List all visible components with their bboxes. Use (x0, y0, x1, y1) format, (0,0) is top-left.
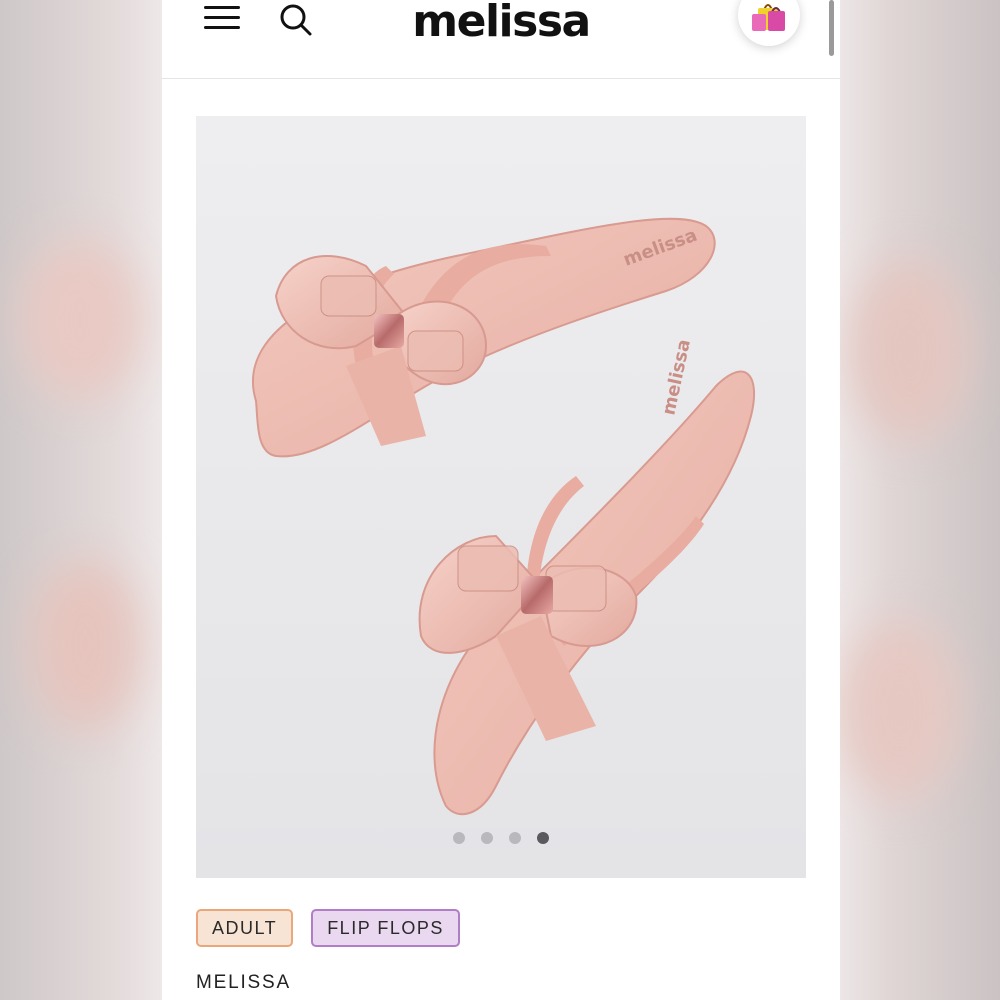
carousel-dot-1[interactable] (453, 832, 465, 844)
carousel-dot-2[interactable] (481, 832, 493, 844)
blurred-background-right (840, 0, 1000, 1000)
blurred-background-left (0, 0, 162, 1000)
product-tags: ADULT FLIP FLOPS (196, 909, 478, 947)
phone-screen: melissa melissa melissa ADULT FLIP FLOPS… (162, 0, 840, 1000)
carousel-dot-3[interactable] (509, 832, 521, 844)
carousel-dot-4[interactable] (537, 832, 549, 844)
scrollbar[interactable] (829, 0, 834, 56)
product-brand: MELISSA (196, 972, 291, 993)
tag-adult[interactable]: ADULT (196, 909, 294, 947)
product-image-carousel[interactable]: melissa melissa (196, 116, 806, 878)
site-header: melissa (162, 0, 840, 79)
shopping-bags-icon[interactable] (738, 0, 800, 46)
sole-logo-2: melissa (658, 337, 695, 417)
product-photo: melissa melissa (251, 217, 756, 816)
carousel-pagination (196, 832, 806, 844)
tag-flip-flops[interactable]: FLIP FLOPS (311, 909, 460, 947)
